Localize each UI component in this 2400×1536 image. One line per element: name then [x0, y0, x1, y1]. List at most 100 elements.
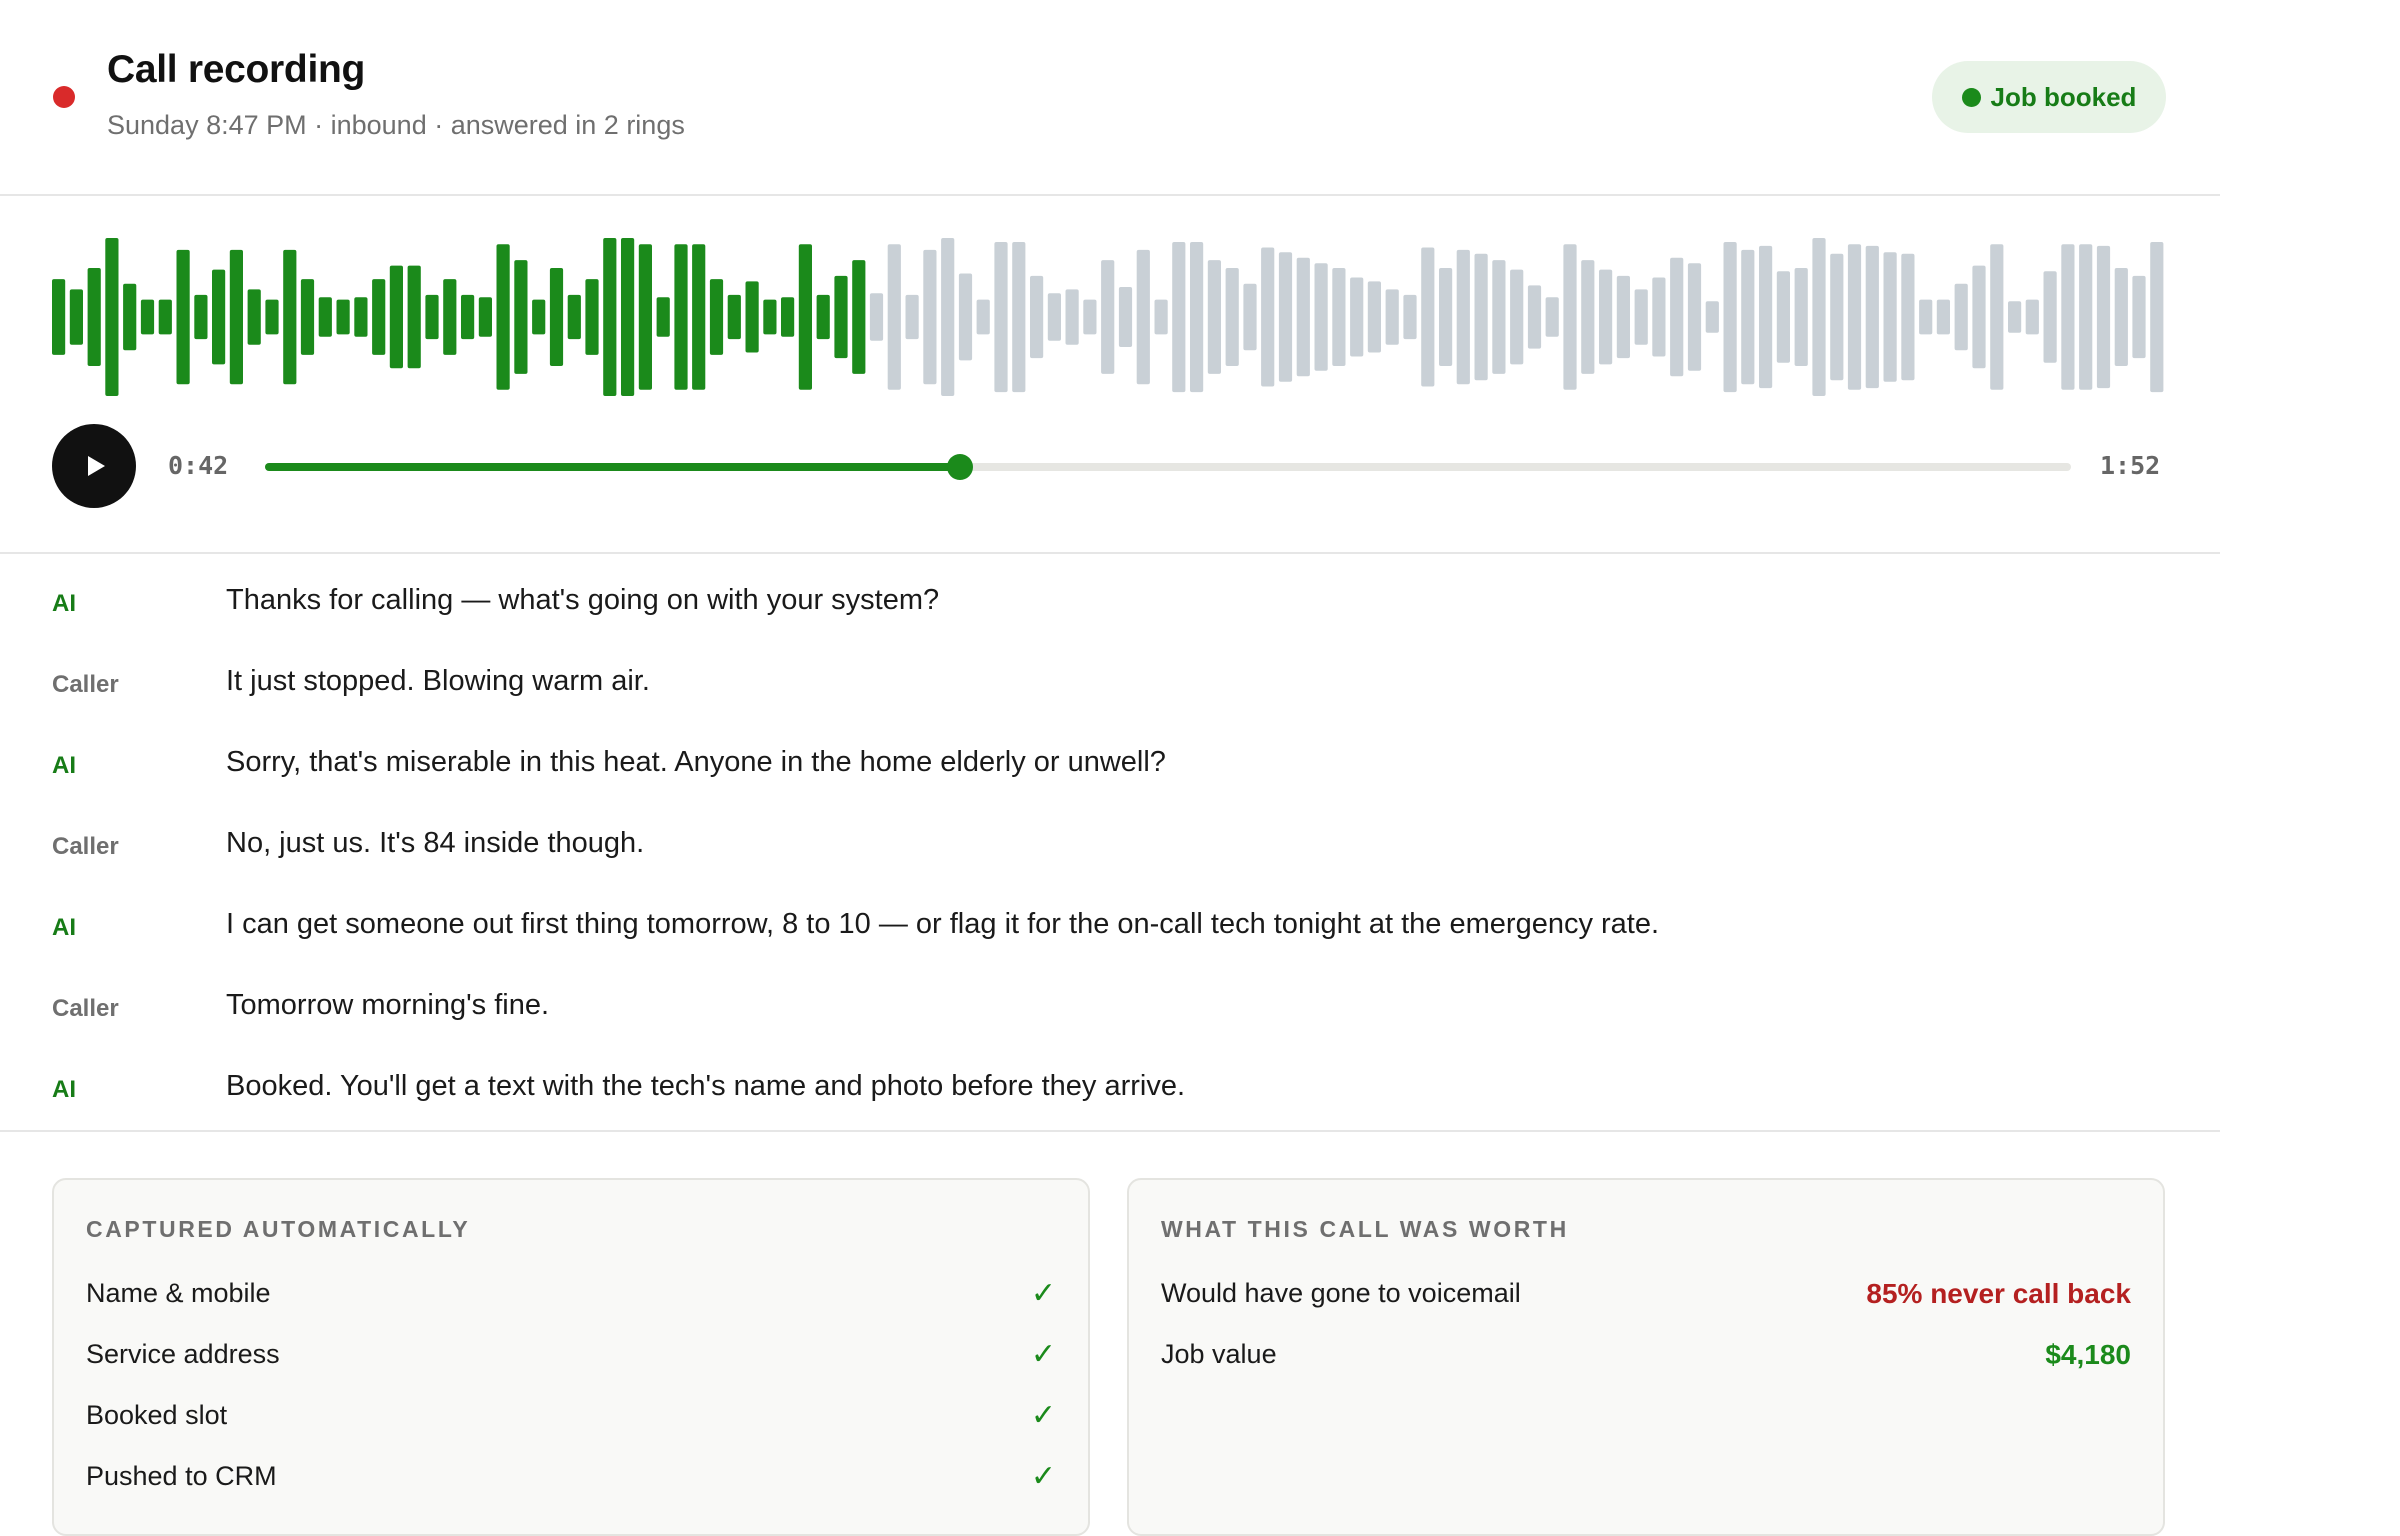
waveform-bar: [2114, 268, 2128, 366]
waveform-bar: [283, 249, 297, 385]
waveform-bar: [461, 294, 475, 340]
speaker-label: Caller: [52, 995, 119, 1022]
waveform-bar: [2043, 271, 2057, 363]
waveform-bar: [1919, 299, 1933, 335]
waveform-bar: [656, 297, 670, 337]
waveform-bar: [1563, 244, 1577, 390]
waveform-bar: [247, 289, 261, 345]
transcript-row: AI Thanks for calling — what's going on w…: [0, 568, 2220, 648]
waveform-bar: [1616, 275, 1630, 359]
speaker-label: Caller: [52, 833, 119, 860]
waveform-bar: [852, 260, 866, 374]
waveform-bar: [958, 273, 973, 361]
call-worth-card: WHAT THIS CALL WAS WORTH Would have gone…: [1127, 1178, 2165, 1536]
waveform-bar: [603, 238, 617, 396]
waveform-bar: [727, 294, 741, 340]
waveform-bar: [1012, 242, 1026, 393]
waveform-bar: [1367, 281, 1381, 353]
waveform-bar: [1865, 245, 1879, 389]
captured-item-label: Booked slot: [86, 1400, 228, 1430]
waveform-bar: [105, 238, 119, 396]
waveform-bar: [1492, 260, 1506, 374]
waveform-bar: [372, 279, 386, 355]
waveform-bar: [1972, 265, 1986, 369]
waveform-bar: [1527, 285, 1542, 349]
captured-card: CAPTURED AUTOMATICALLY Name & mobile ✓ Ser…: [52, 1178, 1090, 1536]
waveform-bar: [2061, 244, 2075, 390]
waveform-bar: [567, 294, 581, 340]
waveform-bar: [816, 294, 830, 340]
waveform-bar: [194, 294, 208, 340]
waveform-bar: [1990, 244, 2004, 390]
waveform-bar: [1759, 245, 1773, 389]
waveform-bar: [1474, 253, 1488, 381]
waveform-bar: [176, 249, 190, 385]
waveform-bar: [1670, 257, 1684, 377]
checkmark-icon: ✓: [1030, 1460, 1056, 1493]
waveform-bar: [923, 249, 937, 385]
seek-bar-progress: [265, 463, 961, 471]
waveform-bar: [2079, 244, 2093, 390]
worth-row: Job value $4,180: [1161, 1339, 2131, 1379]
waveform-bar: [407, 265, 421, 369]
transcript-row: Caller Tomorrow morning's fine.: [0, 973, 2220, 1053]
call-recording-panel: Call recording Sunday 8:47 PM · inbound …: [0, 0, 2220, 1132]
waveform-bar: [1118, 287, 1133, 347]
waveform-bar: [1030, 275, 1044, 359]
worth-label: Would have gone to voicemail: [1161, 1278, 1521, 1308]
captured-card-title: CAPTURED AUTOMATICALLY: [86, 1216, 471, 1242]
waveform-bar: [1883, 252, 1897, 382]
waveform-bar: [1421, 247, 1435, 387]
checkmark-icon: ✓: [1030, 1338, 1056, 1371]
waveform-bar: [496, 244, 510, 390]
captured-item: Booked slot ✓: [86, 1399, 1056, 1440]
waveform-bar: [52, 279, 66, 355]
seek-bar[interactable]: [265, 454, 2071, 480]
waveform-bar: [1794, 268, 1808, 366]
play-button[interactable]: [52, 424, 136, 508]
waveform-bar: [229, 249, 243, 385]
worth-value: 85% never call back: [1866, 1278, 2131, 1309]
speaker-label: AI: [52, 752, 76, 779]
waveform-bar: [87, 268, 101, 366]
waveform-bar: [1652, 277, 1666, 357]
waveform-bar: [69, 289, 83, 345]
transcript-row: Caller No, just us. It's 84 inside though…: [0, 811, 2220, 891]
waveform-bar: [1296, 257, 1310, 377]
transcript-row: Caller It just stopped. Blowing warm air.: [0, 649, 2220, 729]
utterance-text: I can get someone out first thing tomorr…: [226, 908, 1660, 940]
waveform-bar: [336, 299, 350, 335]
audio-player: 0:42 1:52: [0, 196, 2220, 554]
waveform-bar: [1936, 299, 1950, 335]
waveform-bar: [709, 279, 724, 355]
utterance-text: Booked. You'll get a text with the tech'…: [226, 1070, 1186, 1102]
waveform[interactable]: [52, 238, 2168, 396]
seek-handle[interactable]: [947, 454, 974, 480]
utterance-text: It just stopped. Blowing warm air.: [226, 665, 650, 697]
waveform-bar: [300, 279, 315, 355]
waveform-bar: [1741, 249, 1755, 385]
worth-label: Job value: [1161, 1339, 1277, 1369]
captured-item-label: Service address: [86, 1339, 280, 1369]
utterance-text: Thanks for calling — what's going on wit…: [226, 584, 940, 616]
waveform-bar: [941, 238, 955, 396]
worth-row: Would have gone to voicemail 85% never ca…: [1161, 1278, 2131, 1318]
transcript-row: AI I can get someone out first thing tomo…: [0, 892, 2220, 972]
transcript-row: AI Booked. You'll get a text with the tec…: [0, 1054, 2220, 1134]
utterance-text: No, just us. It's 84 inside though.: [226, 827, 645, 859]
waveform-bar: [1812, 238, 1826, 396]
waveform-bar: [1154, 299, 1168, 335]
captured-item-label: Pushed to CRM: [86, 1461, 277, 1491]
waveform-bar: [1278, 252, 1293, 382]
waveform-bar: [781, 297, 795, 337]
waveform-bar: [1225, 268, 1239, 366]
waveform-bar: [1545, 297, 1559, 337]
waveform-bar: [478, 297, 492, 337]
waveform-bar: [1314, 263, 1328, 371]
waveform-bar: [123, 283, 137, 351]
current-time: 0:42: [168, 451, 229, 480]
waveform-bar: [1261, 247, 1275, 387]
utterance-text: Tomorrow morning's fine.: [226, 989, 550, 1021]
waveform-bar: [265, 299, 279, 335]
waveform-bar: [549, 268, 564, 366]
